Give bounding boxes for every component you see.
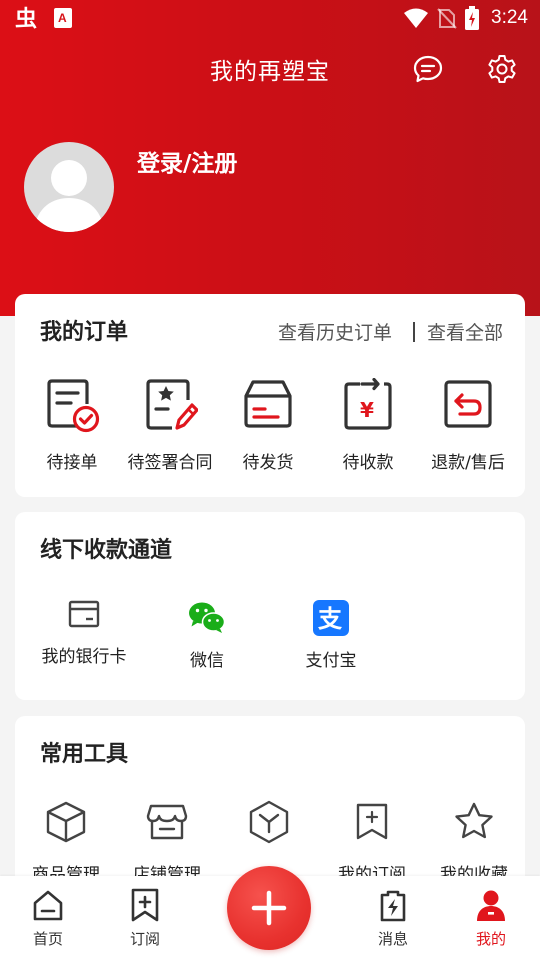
offline-payment-title: 线下收款通道 (40, 538, 173, 563)
pay-bank-card[interactable]: 我的银行卡 (29, 596, 139, 667)
nav-subscribe[interactable]: 订阅 (105, 888, 185, 949)
pay-item-label: 支付宝 (305, 651, 357, 671)
bank-card-icon (68, 600, 100, 628)
profile-icon (477, 890, 505, 921)
pay-item-label: 我的银行卡 (41, 647, 127, 667)
nav-home[interactable]: 首页 (8, 888, 88, 949)
login-register-link[interactable]: 登录/注册 (137, 144, 237, 178)
avatar[interactable] (24, 142, 114, 232)
pay-alipay[interactable]: 支 支付宝 (276, 600, 386, 671)
order-item-label: 退款/售后 (431, 453, 505, 473)
svg-text:A: A (58, 11, 67, 25)
svg-text:支: 支 (318, 605, 343, 633)
view-all-orders-link[interactable]: 查看全部 (427, 318, 503, 345)
pending-accept-icon (47, 379, 100, 433)
pdf-app-icon: A (54, 8, 72, 28)
nav-profile[interactable]: 我的 (451, 888, 531, 949)
pay-wechat[interactable]: 微信 (152, 600, 262, 671)
store-icon (146, 804, 188, 840)
plus-icon (251, 890, 287, 926)
order-item-label: 待收款 (342, 453, 394, 473)
nav-item-label: 我的 (475, 930, 506, 948)
order-item-label: 待签署合同 (127, 453, 213, 473)
orders-card: 我的订单 查看历史订单 查看全部 待接单 待签署合同 待发货 ¥ 待收款 退款/… (15, 294, 525, 497)
pay-item-label: 微信 (190, 651, 224, 671)
publish-fab-button[interactable] (227, 866, 311, 950)
common-tools-title: 常用工具 (40, 742, 129, 767)
tool-my-subscriptions[interactable]: 我的订阅 (322, 800, 422, 885)
profile-header: 虫 A 3:24 我的再塑宝 登录/注册 (0, 0, 540, 316)
settings-icon[interactable] (487, 54, 517, 84)
order-sign-contract[interactable]: 待签署合同 (115, 378, 225, 473)
alipay-icon: 支 (313, 600, 349, 636)
wifi-icon (404, 8, 429, 28)
clock: 3:24 (491, 7, 528, 28)
hexagon-icon (249, 800, 289, 844)
tool-item-hexagon[interactable] (219, 800, 319, 860)
order-to-receive-payment[interactable]: ¥ 待收款 (313, 378, 423, 473)
no-sim-icon (437, 8, 457, 29)
order-refund[interactable]: 退款/售后 (413, 378, 523, 473)
svg-text:虫: 虫 (15, 6, 37, 30)
sign-contract-icon (146, 379, 198, 430)
product-box-icon (46, 801, 86, 843)
message-nav-icon (380, 890, 406, 922)
order-item-label: 待发货 (242, 453, 294, 473)
order-pending-accept[interactable]: 待接单 (17, 378, 127, 473)
status-bar: 虫 A 3:24 (0, 0, 540, 36)
divider (412, 321, 415, 342)
nav-item-label: 消息 (377, 930, 408, 948)
nav-messages[interactable]: 消息 (353, 888, 433, 949)
subscribe-nav-icon (131, 888, 159, 922)
view-history-orders-link[interactable]: 查看历史订单 (278, 318, 392, 345)
order-to-ship[interactable]: 待发货 (213, 378, 323, 473)
app-logo-icon: 虫 (15, 6, 37, 30)
page-title: 我的再塑宝 (210, 59, 330, 85)
battery-charging-icon (465, 6, 480, 30)
order-item-label: 待接单 (46, 453, 98, 473)
to-ship-icon (244, 380, 292, 428)
nav-item-label: 订阅 (129, 930, 160, 948)
svg-text:¥: ¥ (360, 398, 374, 422)
tool-store-management[interactable]: 店铺管理 (117, 800, 217, 885)
tool-my-favorites[interactable]: 我的收藏 (424, 800, 524, 885)
message-icon[interactable] (413, 54, 443, 84)
tool-product-management[interactable]: 商品管理 (16, 800, 116, 885)
offline-payment-card: 线下收款通道 我的银行卡 微信 支 支付宝 (15, 512, 525, 700)
subscribe-icon (356, 803, 388, 840)
orders-title: 我的订单 (40, 320, 129, 345)
home-icon (33, 890, 63, 921)
refund-icon (444, 380, 492, 428)
to-receive-payment-icon: ¥ (344, 378, 392, 430)
nav-item-label: 首页 (32, 930, 63, 948)
star-icon (455, 802, 493, 839)
wechat-icon (189, 602, 226, 633)
